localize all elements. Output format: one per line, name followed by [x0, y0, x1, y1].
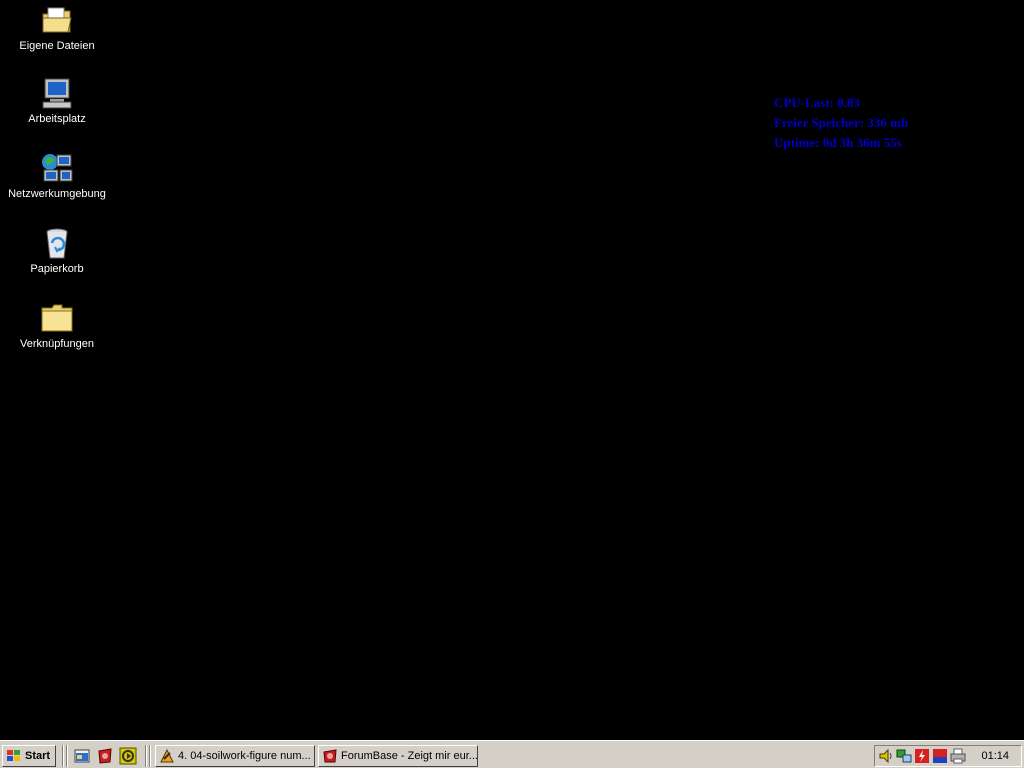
start-label: Start: [25, 750, 51, 762]
uptime-text: Uptime: 0d 3h 36m 55s: [774, 135, 902, 150]
start-button[interactable]: Start: [2, 745, 56, 767]
network-icon[interactable]: [896, 748, 912, 764]
clock[interactable]: 01:14: [981, 750, 1009, 762]
desktop: Eigene Dateien Arbeitsplatz Netzwerkumge…: [0, 0, 1024, 740]
system-tray: 01:14: [874, 745, 1022, 767]
desktop-icon-my-documents[interactable]: Eigene Dateien: [2, 4, 112, 74]
desktop-icon-label: Verknüpfungen: [19, 338, 94, 350]
system-monitor-overlay: CPU-Last: 0.83 Freier Speicher: 336 mb U…: [774, 93, 908, 153]
app-icon[interactable]: [96, 747, 114, 765]
task-button-winamp[interactable]: 4. 04-soilwork-figure num...: [155, 745, 315, 767]
desktop-icon-network[interactable]: Netzwerkumgebung: [2, 152, 112, 222]
browser-icon: [322, 748, 338, 764]
taskbar-separator: [145, 745, 147, 767]
volume-icon[interactable]: [878, 748, 894, 764]
desktop-icon-label: Netzwerkumgebung: [8, 188, 106, 200]
taskbar-separator: [149, 745, 151, 767]
folder-icon: [40, 302, 74, 336]
task-label: 4. 04-soilwork-figure num...: [178, 750, 311, 762]
recycle-bin-icon: [40, 227, 74, 261]
desktop-icon-label: Arbeitsplatz: [28, 113, 86, 125]
desktop-icon-label: Eigene Dateien: [19, 40, 95, 52]
winamp-icon: [159, 748, 175, 764]
free-memory-text: Freier Speicher: 336 mb: [774, 115, 909, 130]
task-button-browser[interactable]: ForumBase - Zeigt mir eur...: [318, 745, 478, 767]
taskbar: Start 4. 04-soilwork-figure num... Forum…: [0, 740, 1024, 768]
taskbar-separator: [66, 745, 68, 767]
cpu-load-text: CPU-Last: 0.83: [774, 95, 860, 110]
avg-icon[interactable]: [932, 748, 948, 764]
my-computer-icon: [40, 77, 74, 111]
printer-icon[interactable]: [950, 748, 966, 764]
desktop-icon-shortcuts-folder[interactable]: Verknüpfungen: [2, 302, 112, 372]
desktop-icon-my-computer[interactable]: Arbeitsplatz: [2, 77, 112, 147]
antivirus-icon[interactable]: [914, 748, 930, 764]
network-places-icon: [40, 152, 74, 186]
media-player-icon[interactable]: [119, 747, 137, 765]
taskbar-separator: [62, 745, 64, 767]
my-documents-folder-icon: [40, 4, 74, 38]
task-label: ForumBase - Zeigt mir eur...: [341, 750, 478, 762]
show-desktop-icon[interactable]: [73, 747, 91, 765]
windows-logo-icon: [6, 749, 22, 763]
desktop-icon-recycle-bin[interactable]: Papierkorb: [2, 227, 112, 297]
desktop-icon-label: Papierkorb: [30, 263, 84, 275]
